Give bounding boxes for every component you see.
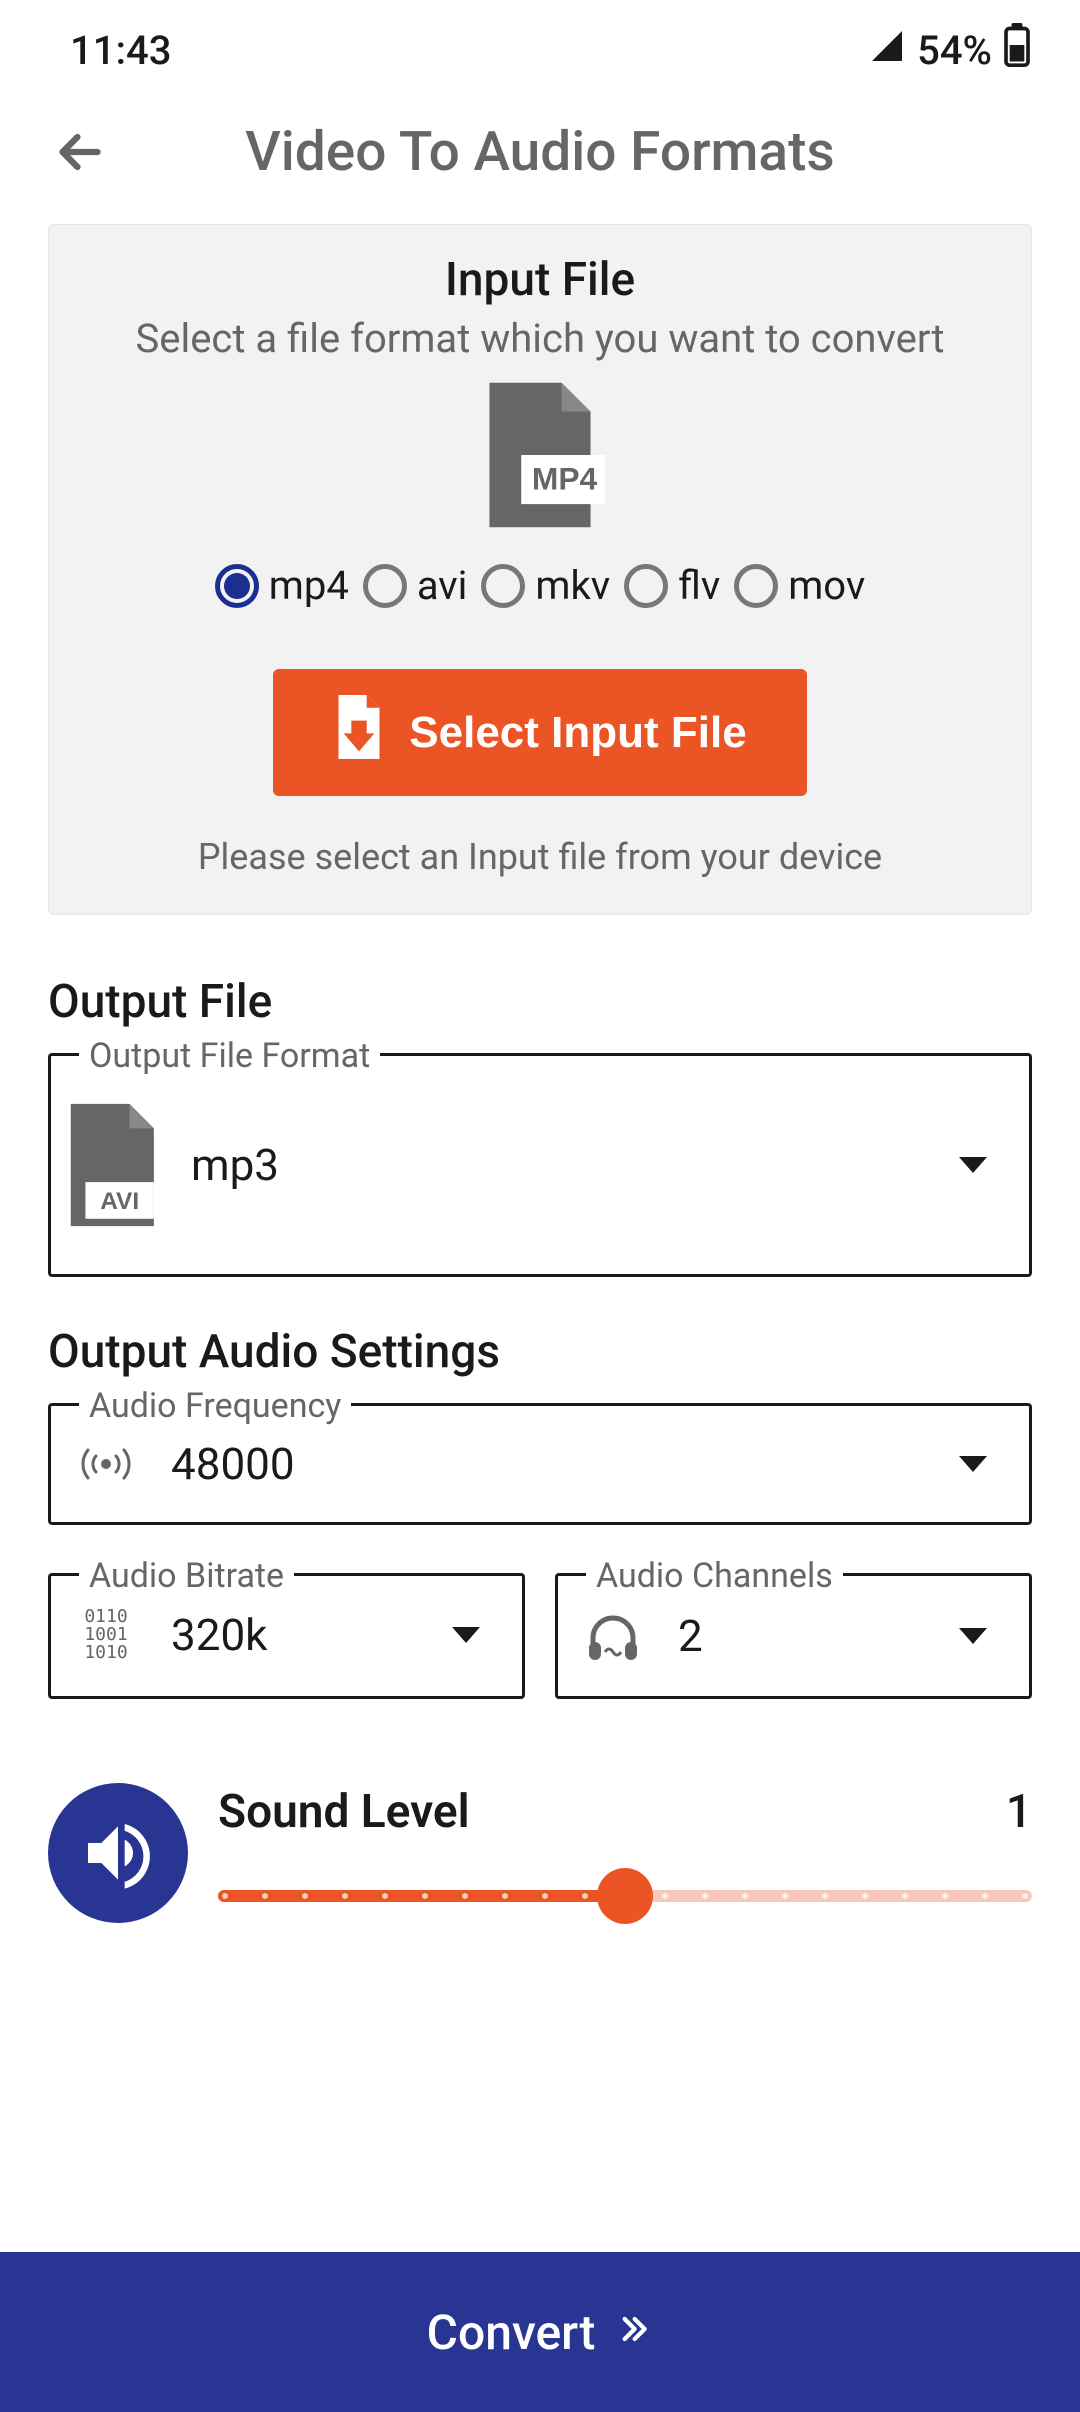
chevron-down-icon	[452, 1627, 480, 1643]
audio-frequency-value: 48000	[171, 1438, 939, 1490]
radio-label: flv	[678, 562, 720, 609]
audio-frequency-legend: Audio Frequency	[79, 1386, 351, 1426]
audio-bitrate-value: 320k	[171, 1609, 432, 1661]
radio-icon	[624, 564, 668, 608]
bitrate-icon: 011010011010	[61, 1608, 151, 1662]
input-card-title: Input File	[445, 253, 635, 307]
radio-flv[interactable]: flv	[624, 562, 720, 609]
sound-level-slider[interactable]	[218, 1871, 1032, 1921]
sound-level-value: 1	[1006, 1785, 1032, 1839]
audio-frequency-dropdown[interactable]: Audio Frequency 48000	[48, 1403, 1032, 1525]
chevrons-right-icon	[613, 2304, 653, 2361]
audio-settings-section: Output Audio Settings Audio Frequency 48…	[0, 1325, 1080, 1747]
input-file-type-icon: MP4	[475, 380, 605, 534]
audio-channels-value: 2	[678, 1610, 939, 1662]
page-title: Video To Audio Formats	[50, 120, 1030, 184]
output-section-title: Output File	[48, 975, 1032, 1029]
sound-level-row: Sound Level 1	[0, 1747, 1080, 1923]
radio-label: mp4	[269, 562, 349, 609]
chevron-down-icon	[959, 1628, 987, 1644]
sound-level-icon	[48, 1783, 188, 1923]
radio-mov[interactable]: mov	[734, 562, 865, 609]
convert-button[interactable]: Convert	[0, 2252, 1080, 2412]
svg-text:AVI: AVI	[100, 1188, 139, 1215]
svg-text:MP4: MP4	[532, 461, 598, 497]
select-input-file-label: Select Input File	[409, 708, 746, 758]
output-file-section: Output File Output File Format AVI mp3	[0, 975, 1080, 1325]
radio-icon	[363, 564, 407, 608]
file-download-icon	[333, 695, 385, 770]
output-format-value: mp3	[191, 1139, 939, 1191]
convert-label: Convert	[427, 2304, 596, 2361]
output-format-legend: Output File Format	[79, 1036, 380, 1076]
app-bar: Video To Audio Formats	[0, 100, 1080, 224]
output-format-icon: AVI	[61, 1100, 171, 1230]
frequency-icon	[61, 1442, 151, 1486]
chevron-down-icon	[959, 1157, 987, 1173]
sound-level-title: Sound Level	[218, 1785, 470, 1839]
select-input-file-button[interactable]: Select Input File	[273, 669, 806, 796]
radio-icon	[481, 564, 525, 608]
radio-label: mov	[788, 562, 865, 609]
radio-mkv[interactable]: mkv	[481, 562, 610, 609]
radio-icon	[215, 564, 259, 608]
audio-bitrate-legend: Audio Bitrate	[79, 1556, 294, 1596]
input-card-subtitle: Select a file format which you want to c…	[136, 315, 945, 362]
radio-label: mkv	[535, 562, 610, 609]
audio-settings-title: Output Audio Settings	[48, 1325, 1032, 1379]
input-file-card: Input File Select a file format which yo…	[48, 224, 1032, 915]
radio-label: avi	[417, 562, 468, 609]
audio-channels-legend: Audio Channels	[586, 1556, 843, 1596]
status-time: 11:43	[70, 27, 171, 74]
chevron-down-icon	[959, 1456, 987, 1472]
output-format-dropdown[interactable]: Output File Format AVI mp3	[48, 1053, 1032, 1277]
audio-bitrate-dropdown[interactable]: Audio Bitrate 011010011010 320k	[48, 1573, 525, 1699]
status-bar: 11:43 54%	[0, 0, 1080, 100]
headphones-icon	[568, 1608, 658, 1664]
slider-thumb[interactable]	[597, 1868, 653, 1924]
input-format-radio-group: mp4 avi mkv flv mov	[89, 562, 991, 609]
radio-avi[interactable]: avi	[363, 562, 468, 609]
audio-channels-dropdown[interactable]: Audio Channels 2	[555, 1573, 1032, 1699]
radio-mp4[interactable]: mp4	[215, 562, 349, 609]
signal-icon	[869, 27, 905, 74]
input-hint: Please select an Input file from your de…	[198, 836, 882, 878]
battery-icon	[1004, 23, 1030, 77]
radio-icon	[734, 564, 778, 608]
battery-percentage: 54%	[917, 27, 992, 74]
